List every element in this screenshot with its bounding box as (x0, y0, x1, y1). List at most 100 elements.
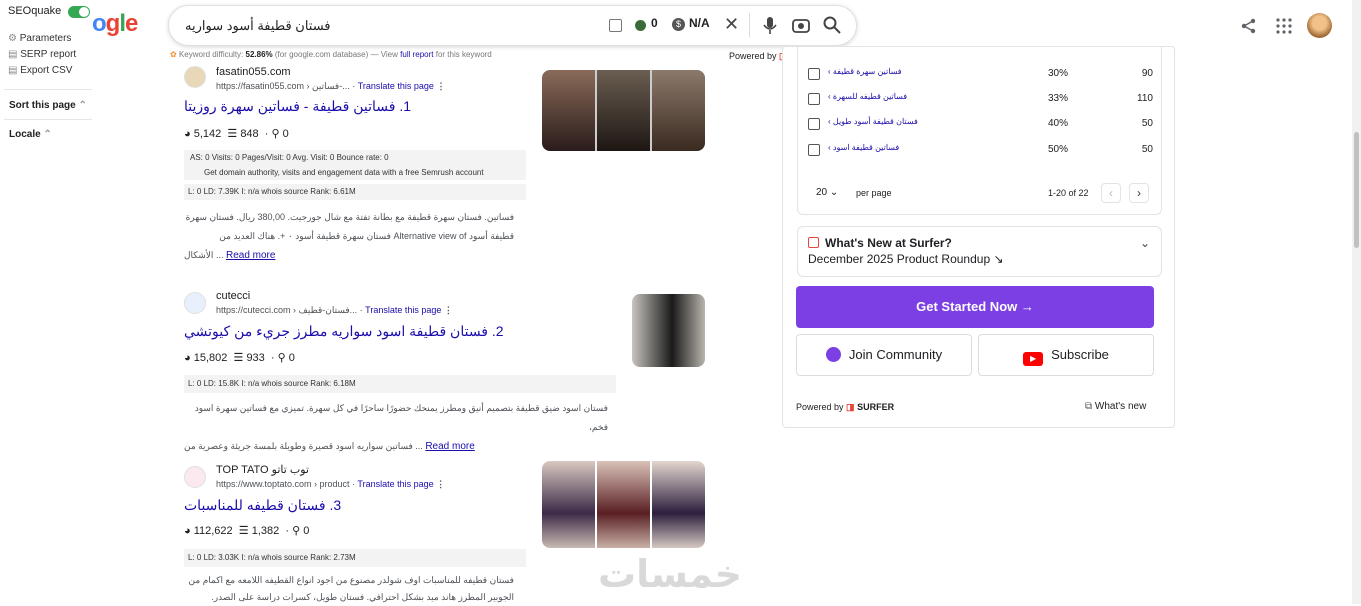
whats-new-subtitle: December 2025 Product Roundup ↘ (808, 252, 1004, 266)
site-url[interactable]: https://cutecci.com › فستان-قطيف... · Tr… (216, 305, 453, 316)
per-page-select[interactable]: 20 ⌄ (808, 183, 848, 203)
keyword-link[interactable]: فساتين سهرة قطيفة › (828, 67, 902, 76)
result-thumbnails[interactable] (542, 461, 705, 548)
row-checkbox[interactable] (808, 68, 820, 80)
site-name: fasatin055.com (216, 66, 291, 78)
result-metrics: ◕ 5,142 ☰ 848 · ⚲ 0 (184, 128, 289, 140)
semrush-icon: ✿ (170, 50, 177, 59)
more-vert-icon[interactable]: ⋮ (436, 81, 445, 91)
table-row: فساتين سهرة قطيفة › 30% 90 (808, 65, 1153, 85)
search-icon[interactable] (823, 16, 841, 34)
list-icon: ☰ (227, 128, 238, 140)
thumbnail-image[interactable] (542, 70, 595, 151)
gauge-icon: ◕ (184, 128, 191, 140)
divider (4, 89, 92, 90)
locale[interactable]: Locale ⌃ (9, 129, 52, 140)
translate-link[interactable]: Translate this page (365, 305, 441, 315)
list-icon: ☰ (238, 525, 249, 537)
result-thumbnails[interactable] (542, 70, 705, 151)
row-checkbox[interactable] (808, 118, 820, 130)
seoquake-bar: L: 0 LD: 7.39K I: n/a whois source Rank:… (184, 184, 526, 200)
surfer-logo-icon (808, 237, 819, 248)
gear-icon: ⚙ (8, 33, 17, 44)
chevron-down-icon: ⌄ (829, 187, 839, 198)
translate-link[interactable]: Translate this page (358, 81, 434, 91)
divider (4, 119, 92, 120)
read-more-link[interactable]: Read more (425, 441, 474, 452)
checkbox[interactable] (609, 19, 622, 32)
sq-serp-report[interactable]: ▤ SERP report (8, 49, 76, 60)
chat-bubble-icon (825, 347, 841, 362)
result-snippet: فساتين. فستان سهرة قطيفة مع بطانة تفتة م… (184, 212, 514, 261)
seoquake-title: SEOquake (8, 5, 62, 17)
divider (749, 13, 750, 37)
powered-by-footer: Powered by ◨ SURFER (796, 402, 895, 412)
result-title[interactable]: 1. فساتين قطيفة - فساتين سهرة روزيتا (184, 98, 411, 115)
search-input[interactable]: فستان قطيفة أسود سواريه (185, 18, 331, 34)
whats-new-card[interactable]: What's New at Surfer? December 2025 Prod… (797, 226, 1162, 277)
keyword-difficulty-line: ✿ Keyword difficulty: 52.86% (for google… (170, 50, 492, 59)
apps-grid-icon[interactable] (1276, 18, 1292, 34)
watermark: خمسات (598, 552, 742, 596)
gauge-icon: ◕ (184, 352, 191, 364)
translate-link[interactable]: Translate this page (357, 479, 433, 489)
camera-lens-icon[interactable] (792, 17, 810, 35)
cpc-value: N/A (689, 16, 710, 30)
chevron-up-icon: ⌃ (78, 100, 87, 111)
chevron-down-icon[interactable]: ⌄ (1140, 236, 1150, 250)
google-logo[interactable]: ogle (92, 10, 138, 38)
thumbnail-image[interactable] (632, 294, 705, 367)
result-title[interactable]: 3. فستان قطيفه للمناسبات (184, 497, 341, 514)
result-snippet: فستان اسود ضيق قطيفة بتصميم أنيق ومطرز ي… (184, 403, 608, 452)
gauge-icon: ◕ (184, 525, 191, 537)
site-name: cutecci (216, 290, 251, 302)
thumbnail-image[interactable] (652, 461, 705, 548)
sq-parameters[interactable]: ⚙ Parameters (8, 33, 71, 44)
row-checkbox[interactable] (808, 93, 820, 105)
next-page-button[interactable]: › (1129, 183, 1149, 203)
external-link-icon: ⧉ (1085, 401, 1093, 412)
close-icon[interactable]: ✕ (724, 14, 739, 35)
seoquake-toggle[interactable] (68, 6, 90, 18)
keyword-link[interactable]: فساتين قطيفة اسود › (828, 143, 899, 152)
site-url[interactable]: https://fasatin055.com › فساتين-... · Tr… (216, 81, 445, 92)
more-vert-icon[interactable]: ⋮ (436, 479, 445, 489)
read-more-link[interactable]: Read more (226, 250, 275, 261)
join-community-button[interactable]: Join Community (796, 334, 972, 376)
thumbnail-image[interactable] (597, 70, 650, 151)
scrollbar[interactable] (1352, 0, 1361, 604)
keyword-link[interactable]: فساتين قطيفه للسهرة › (828, 92, 907, 101)
whats-new-title: What's New at Surfer? (825, 236, 952, 250)
thumbnail-image[interactable] (597, 461, 650, 548)
metric-count: 0 (651, 16, 658, 30)
surfer-logo-icon: ◨ (846, 402, 855, 412)
site-url[interactable]: https://www.toptato.com › product · Tran… (216, 479, 445, 490)
report-icon: ▤ (8, 49, 18, 60)
scrollbar-thumb[interactable] (1354, 132, 1359, 248)
sq-export-csv[interactable]: ▤ Export CSV (8, 65, 72, 76)
more-vert-icon[interactable]: ⋮ (444, 305, 453, 315)
result-title[interactable]: 2. فستان قطيفة اسود سواريه مطرز جريء من … (184, 323, 504, 340)
search-bar[interactable]: فستان قطيفة أسود سواريه 0 $ N/A ✕ (168, 5, 857, 46)
key-icon: ⚲ (271, 128, 280, 140)
per-page-label: per page (856, 188, 892, 198)
table-row: فساتين قطيفة اسود › 50% 50 (808, 141, 1153, 161)
thumbnail-image[interactable] (652, 70, 705, 151)
full-report-link[interactable]: full report (400, 50, 433, 59)
row-checkbox[interactable] (808, 144, 820, 156)
seoquake-bar: L: 0 LD: 3.03K I: n/a whois source Rank:… (184, 549, 526, 567)
keyword-link[interactable]: فستان قطيفة أسود طويل › (828, 117, 918, 126)
result-snippet: فستان قطيفه للمناسبات اوف شولدر مصنوع من… (188, 575, 514, 602)
list-icon: ☰ (233, 352, 244, 364)
thumbnail-image[interactable] (542, 461, 595, 548)
dollar-icon: $ (672, 18, 685, 31)
microphone-icon[interactable] (763, 17, 777, 35)
get-started-button[interactable]: Get Started Now → (796, 286, 1154, 328)
avatar[interactable] (1307, 13, 1332, 38)
sort-this-page[interactable]: Sort this page ⌃ (9, 100, 87, 111)
prev-page-button[interactable]: ‹ (1101, 183, 1121, 203)
subscribe-button[interactable]: ▶ Subscribe (978, 334, 1154, 376)
seo-metric-icon (635, 20, 646, 31)
whats-new-link[interactable]: ⧉ What's new (1085, 401, 1146, 412)
share-icon[interactable] (1241, 18, 1257, 34)
